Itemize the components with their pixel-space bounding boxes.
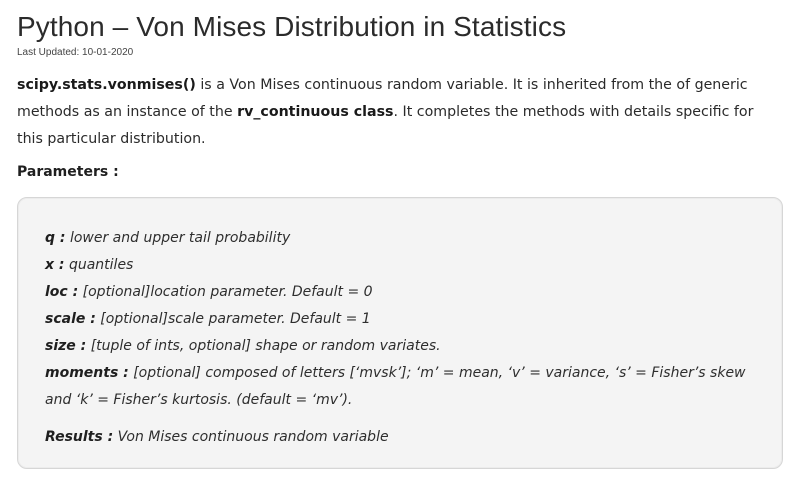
parameters-box: q : lower and upper tail probability x :… [17, 197, 783, 469]
page-title: Python – Von Mises Distribution in Stati… [17, 11, 567, 42]
param-desc: [tuple of ints, optional] shape or rando… [86, 338, 441, 354]
param-desc: [optional] composed of letters [‘mvsk’];… [45, 365, 746, 408]
param-name: moments : [45, 365, 129, 381]
param-desc: [optional]scale parameter. Default = 1 [95, 311, 371, 327]
param-moments: moments : [optional] composed of letters… [45, 360, 770, 414]
intro-paragraph: scipy.stats.vonmises() is a Von Mises co… [17, 72, 782, 153]
param-x: x : quantiles [45, 252, 770, 279]
results-line: Results : Von Mises continuous random va… [45, 424, 770, 451]
param-desc: quantiles [64, 257, 134, 273]
param-scale: scale : [optional]scale parameter. Defau… [45, 306, 770, 333]
param-q: q : lower and upper tail probability [45, 225, 770, 252]
function-name: scipy.stats.vonmises() [17, 77, 196, 93]
last-updated-date: Last Updated: 10-01-2020 [17, 47, 134, 58]
param-loc: loc : [optional]location parameter. Defa… [45, 279, 770, 306]
param-name: q : [45, 230, 66, 246]
param-name: loc : [45, 284, 79, 300]
param-desc: lower and upper tail probability [65, 230, 291, 246]
param-size: size : [tuple of ints, optional] shape o… [45, 333, 770, 360]
param-name: x : [45, 257, 65, 273]
results-label: Results : [45, 429, 114, 445]
param-name: scale : [45, 311, 96, 327]
class-name: rv_continuous class [237, 104, 394, 120]
parameters-list: q : lower and upper tail probability x :… [45, 225, 770, 451]
param-name: size : [45, 338, 87, 354]
parameters-heading: Parameters : [17, 164, 119, 180]
param-desc: [optional]location parameter. Default = … [78, 284, 373, 300]
results-desc: Von Mises continuous random variable [113, 429, 389, 445]
